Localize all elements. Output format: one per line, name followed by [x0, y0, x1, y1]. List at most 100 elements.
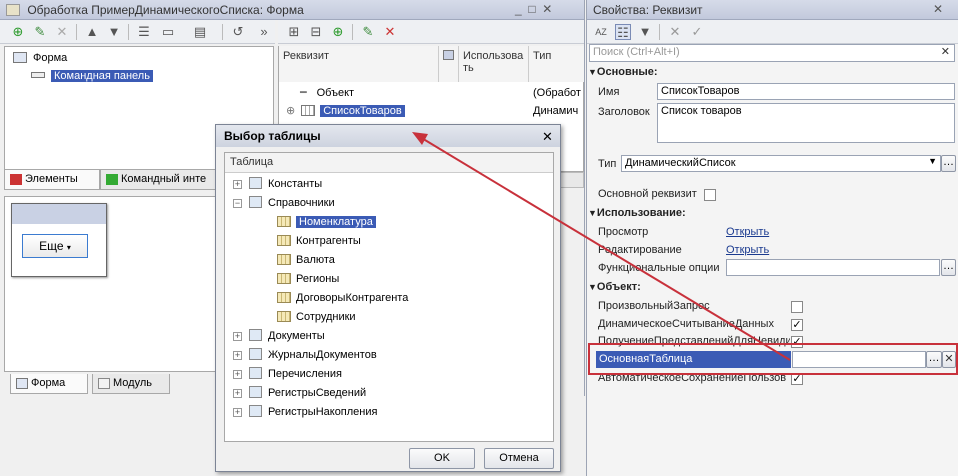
- dialog-tree-item[interactable]: Номенклатура: [277, 213, 376, 231]
- add-column-icon[interactable]: ⊕: [330, 24, 346, 40]
- tab-elements[interactable]: Элементы: [4, 170, 100, 190]
- section-object[interactable]: ▼Объект:: [588, 281, 641, 293]
- tree-item-form[interactable]: Форма: [13, 49, 67, 67]
- edit-attribute-icon[interactable]: ✎: [360, 24, 376, 40]
- form-tab-icon: [16, 378, 28, 389]
- tab-module[interactable]: Модуль: [92, 374, 170, 394]
- clear-icon[interactable]: ✕: [667, 24, 683, 40]
- properties-icon[interactable]: ☰: [136, 24, 152, 40]
- sort-alpha-icon[interactable]: AZ: [593, 24, 609, 40]
- categorized-icon[interactable]: ☷: [615, 24, 631, 40]
- expand-icon[interactable]: +: [233, 332, 242, 341]
- cancel-button[interactable]: Отмена: [484, 448, 554, 469]
- delete-icon[interactable]: ✕: [54, 24, 70, 40]
- table-icon: [277, 311, 291, 322]
- col-use[interactable]: Использовать: [459, 46, 529, 82]
- edit-open-link[interactable]: Открыть: [726, 244, 769, 256]
- attr-type-product-list: Динамич: [533, 105, 579, 117]
- dialog-tree-item[interactable]: Валюта: [277, 251, 335, 269]
- close-icon[interactable]: ✕: [933, 2, 943, 16]
- dialog-tree-item[interactable]: + ЖурналыДокументов: [233, 346, 377, 364]
- dialog-tree-item[interactable]: + Перечисления: [233, 365, 342, 383]
- collapse-icon[interactable]: −: [233, 199, 242, 208]
- type-select-button[interactable]: …: [941, 155, 956, 172]
- section-main[interactable]: ▼Основные:: [588, 66, 658, 78]
- edit-icon[interactable]: ✎: [32, 24, 48, 40]
- functional-options-field[interactable]: [726, 259, 940, 276]
- dialog-tree-item-label: Номенклатура: [296, 216, 376, 228]
- type-label: Тип: [598, 158, 617, 170]
- dynamic-read-checkbox[interactable]: ✓: [791, 319, 803, 331]
- preview-frame: Еще ▾: [11, 203, 107, 277]
- type-field[interactable]: ДинамическийСписок ▼: [621, 155, 941, 172]
- add-attribute-icon[interactable]: ⊞: [286, 24, 302, 40]
- dialog-tree-item[interactable]: + РегистрыНакопления: [233, 403, 377, 421]
- attr-row-object[interactable]: ━ Объект: [300, 84, 354, 102]
- col-icon: [439, 46, 459, 82]
- preview-header: [12, 204, 106, 224]
- type-dropdown-icon[interactable]: ▼: [928, 156, 937, 166]
- command-panel-icon: [31, 72, 45, 78]
- dynamic-read-label: ДинамическоеСчитываниеДанных: [598, 318, 774, 330]
- expand-icon[interactable]: +: [233, 351, 242, 360]
- table-icon: [277, 235, 291, 246]
- dialog-tree-item[interactable]: − Справочники: [233, 194, 335, 212]
- rearrange-icon[interactable]: ↺: [230, 24, 246, 40]
- journals-icon: [249, 348, 262, 360]
- window-controls[interactable]: _ □ ✕: [515, 2, 552, 16]
- expand-icon[interactable]: +: [233, 408, 242, 417]
- dialog-tree-item-label: Валюта: [296, 254, 335, 266]
- collapse-icon: ▼: [588, 208, 597, 218]
- highlight-box: [588, 343, 958, 375]
- dialog-tree-item[interactable]: ДоговорыКонтрагента: [277, 289, 408, 307]
- dialog-tree-item[interactable]: Контрагенты: [277, 232, 361, 250]
- col-type[interactable]: Тип: [529, 46, 584, 82]
- section-usage[interactable]: ▼Использование:: [588, 207, 686, 219]
- dialog-tree-item[interactable]: + РегистрыСведений: [233, 384, 366, 402]
- layout-icon[interactable]: ▤: [192, 24, 208, 40]
- tab-form[interactable]: Форма: [10, 374, 88, 394]
- dialog-tree-item[interactable]: Регионы: [277, 270, 339, 288]
- dialog-scrollbar[interactable]: [554, 152, 560, 442]
- form-icon: [13, 52, 27, 63]
- expand-icon[interactable]: +: [233, 180, 242, 189]
- delete-attribute-icon[interactable]: ✕: [382, 24, 398, 40]
- add-icon[interactable]: ⊕: [10, 24, 26, 40]
- table-selection-dialog: Выбор таблицы ✕ Таблица + Константы − Справ…: [215, 124, 561, 472]
- dialog-title: Выбор таблицы ✕: [216, 125, 560, 147]
- dialog-close-icon[interactable]: ✕: [542, 129, 553, 145]
- more-icon[interactable]: »: [256, 24, 272, 40]
- search-clear-icon[interactable]: ✕: [941, 45, 950, 58]
- view-open-link[interactable]: Открыть: [726, 226, 769, 238]
- filter-icon[interactable]: ▼: [637, 24, 653, 40]
- dropdown-arrow-icon: ▾: [66, 243, 71, 252]
- move-down-icon[interactable]: ▼: [106, 24, 122, 40]
- col-attribute[interactable]: Реквизит: [279, 46, 439, 82]
- tree-item-command-panel[interactable]: Командная панель: [31, 67, 153, 85]
- dialog-tree-item[interactable]: Сотрудники: [277, 308, 356, 326]
- main-attribute-checkbox[interactable]: [704, 189, 716, 201]
- ok-button[interactable]: OK: [409, 448, 475, 469]
- command-interface-tab-icon: [106, 174, 118, 185]
- info-registers-icon: [249, 386, 262, 398]
- expand-icon[interactable]: +: [233, 389, 242, 398]
- properties-search-input[interactable]: Поиск (Ctrl+Alt+I) ✕: [589, 44, 955, 62]
- attr-row-product-list[interactable]: ⊕ СписокТоваров: [286, 102, 405, 120]
- move-up-icon[interactable]: ▲: [84, 24, 100, 40]
- add-nested-icon[interactable]: ⊟: [308, 24, 324, 40]
- dialog-tree-item-label: Документы: [268, 330, 325, 342]
- custom-query-checkbox[interactable]: [791, 301, 803, 313]
- caption-field[interactable]: Список товаров: [657, 103, 955, 143]
- dialog-tree-item[interactable]: + Константы: [233, 175, 322, 193]
- dialog-tree-item[interactable]: + Документы: [233, 327, 325, 345]
- expand-icon[interactable]: ⊕: [286, 105, 295, 117]
- name-field[interactable]: СписокТоваров: [657, 83, 955, 100]
- use-column-icon: [443, 50, 454, 60]
- apply-icon[interactable]: ✓: [689, 24, 705, 40]
- functional-options-button[interactable]: …: [941, 259, 956, 276]
- properties-toolbar: AZ ☷ ▼ ✕ ✓: [587, 20, 958, 44]
- preview-icon[interactable]: ▭: [160, 24, 176, 40]
- form-window-title: Обработка ПримерДинамическогоСписка: Фор…: [0, 0, 584, 20]
- expand-icon[interactable]: +: [233, 370, 242, 379]
- more-button[interactable]: Еще ▾: [22, 234, 88, 258]
